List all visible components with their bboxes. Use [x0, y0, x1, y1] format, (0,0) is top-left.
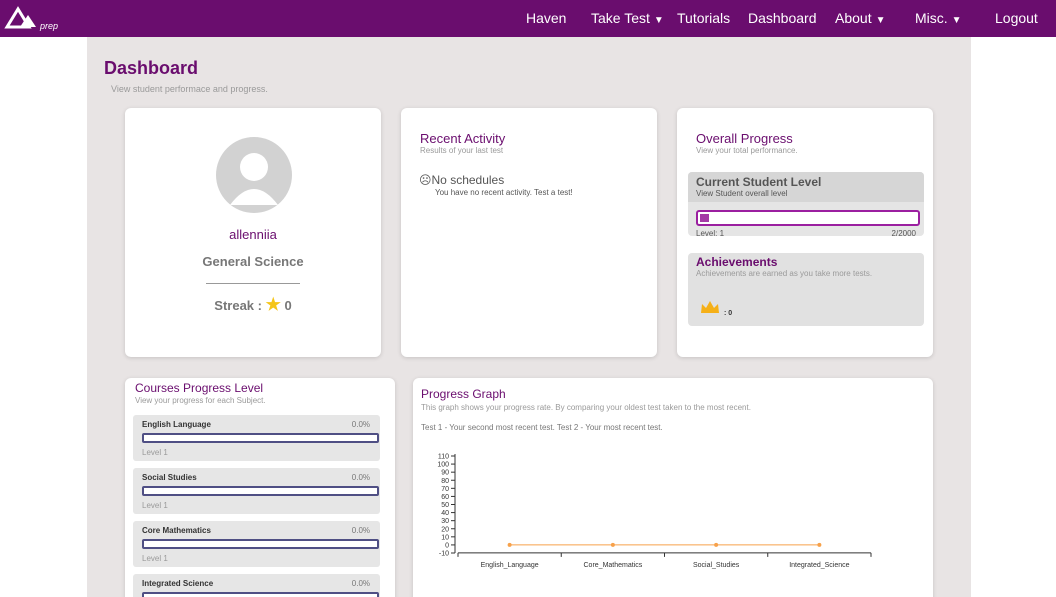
current-level-title: Current Student Level: [696, 175, 822, 189]
overall-progress-subtitle: View your total performance.: [696, 146, 798, 155]
course-percent: 0.0%: [351, 473, 370, 482]
x-tick-label: English_Language: [481, 562, 539, 569]
data-point: [507, 542, 512, 547]
course-level: Level 1: [142, 501, 168, 510]
current-level-panel: Current Student Level View Student overa…: [688, 172, 924, 236]
no-schedules: ☹No schedules: [419, 173, 505, 187]
avatar-icon: [216, 137, 292, 213]
profile-subject: General Science: [202, 254, 304, 269]
course-progress-bar: [142, 486, 379, 496]
course-name: Core Mathematics: [142, 526, 211, 535]
profile-card: allenniia General Science Streak : ★ 0: [125, 108, 381, 357]
page-title: Dashboard: [104, 58, 199, 78]
y-tick-label: 30: [441, 518, 449, 525]
nav-misc[interactable]: Misc. ▼: [915, 0, 962, 37]
course-item: Integrated Science 0.0%: [133, 574, 380, 597]
nav-take-test[interactable]: Take Test ▼: [591, 0, 664, 37]
y-tick-label: 80: [441, 478, 449, 485]
course-level: Level 1: [142, 448, 168, 457]
level-progress-fill: [700, 214, 709, 222]
course-progress-bar: [142, 433, 379, 443]
course-name: Integrated Science: [142, 579, 214, 588]
caret-down-icon: ▼: [653, 15, 664, 26]
course-item: Social Studies 0.0% Level 1: [133, 468, 380, 514]
course-percent: 0.0%: [351, 420, 370, 429]
achievements-panel: Achievements Achievements are earned as …: [688, 253, 924, 326]
nav-tutorials[interactable]: Tutorials: [677, 0, 730, 37]
divider: [206, 283, 300, 284]
overall-progress-title: Overall Progress: [696, 131, 793, 146]
achievements-count: : 0: [724, 310, 733, 317]
course-name: Social Studies: [142, 473, 197, 482]
course-percent: 0.0%: [351, 526, 370, 535]
course-item: English Language 0.0% Level 1: [133, 415, 380, 461]
y-tick-label: 10: [441, 534, 449, 541]
level-value: 2/2000: [891, 229, 916, 238]
overall-progress-card: Overall Progress View your total perform…: [677, 108, 933, 357]
courses-progress-title: Courses Progress Level: [135, 381, 264, 395]
y-tick-label: 100: [437, 462, 449, 469]
level-label: Level: 1: [696, 229, 725, 238]
x-tick-label: Core_Mathematics: [584, 562, 643, 569]
streak-value: 0: [284, 298, 292, 313]
crown-icon: [701, 301, 719, 313]
sad-face-icon: ☹: [419, 173, 432, 187]
course-percent: 0.0%: [351, 579, 370, 588]
x-tick-label: Social_Studies: [693, 562, 740, 569]
star-icon: ★: [265, 295, 281, 314]
course-item: Core Mathematics 0.0% Level 1: [133, 521, 380, 567]
y-tick-label: 50: [441, 502, 449, 509]
y-tick-label: 60: [441, 494, 449, 501]
x-tick-label: Integrated_Science: [789, 562, 849, 569]
achievements-title: Achievements: [696, 255, 778, 269]
streak-label: Streak :: [214, 298, 262, 313]
nav-dashboard[interactable]: Dashboard: [748, 0, 817, 37]
username: allenniia: [229, 227, 277, 242]
no-activity-text: You have no recent activity. Test a test…: [435, 188, 573, 197]
caret-down-icon: ▼: [875, 15, 886, 26]
data-point: [610, 542, 615, 547]
y-tick-label: -10: [439, 551, 449, 558]
y-tick-label: 20: [441, 526, 449, 533]
recent-activity-card: Recent Activity Results of your last tes…: [401, 108, 657, 357]
data-point: [714, 542, 719, 547]
progress-chart: 1101009080706050403020100-10English_Lang…: [437, 454, 872, 569]
course-name: English Language: [142, 420, 211, 429]
achievements-subtitle: Achievements are earned as you take more…: [696, 269, 873, 278]
y-tick-label: 90: [441, 470, 449, 477]
nav-about[interactable]: About ▼: [835, 0, 886, 37]
y-tick-label: 110: [438, 454, 449, 461]
level-progress-bar: [696, 210, 920, 226]
courses-progress-subtitle: View your progress for each Subject.: [135, 396, 266, 405]
y-tick-label: 70: [441, 486, 449, 493]
y-tick-label: 40: [441, 510, 449, 517]
course-progress-bar: [142, 592, 379, 597]
current-level-subtitle: View Student overall level: [696, 189, 788, 198]
streak: Streak : ★ 0: [125, 295, 381, 315]
data-point: [817, 542, 822, 547]
courses-progress-card: Courses Progress Level View your progres…: [125, 378, 395, 597]
recent-activity-title: Recent Activity: [420, 131, 506, 146]
logo-text: prep: [39, 21, 58, 31]
course-level: Level 1: [142, 554, 168, 563]
nav-logout[interactable]: Logout: [995, 0, 1038, 37]
top-navbar: prep Haven Take Test ▼ Tutorials Dashboar…: [0, 0, 1056, 37]
progress-graph-title: Progress Graph: [421, 387, 506, 401]
course-progress-bar: [142, 539, 379, 549]
progress-graph-card: Progress Graph This graph shows your pro…: [413, 378, 933, 597]
caret-down-icon: ▼: [951, 15, 962, 26]
y-tick-label: 0: [445, 542, 449, 549]
recent-activity-subtitle: Results of your last test: [420, 146, 504, 155]
logo-icon[interactable]: prep: [4, 5, 64, 33]
nav-haven[interactable]: Haven: [526, 0, 566, 37]
page-subtitle: View student performace and progress.: [111, 84, 268, 94]
